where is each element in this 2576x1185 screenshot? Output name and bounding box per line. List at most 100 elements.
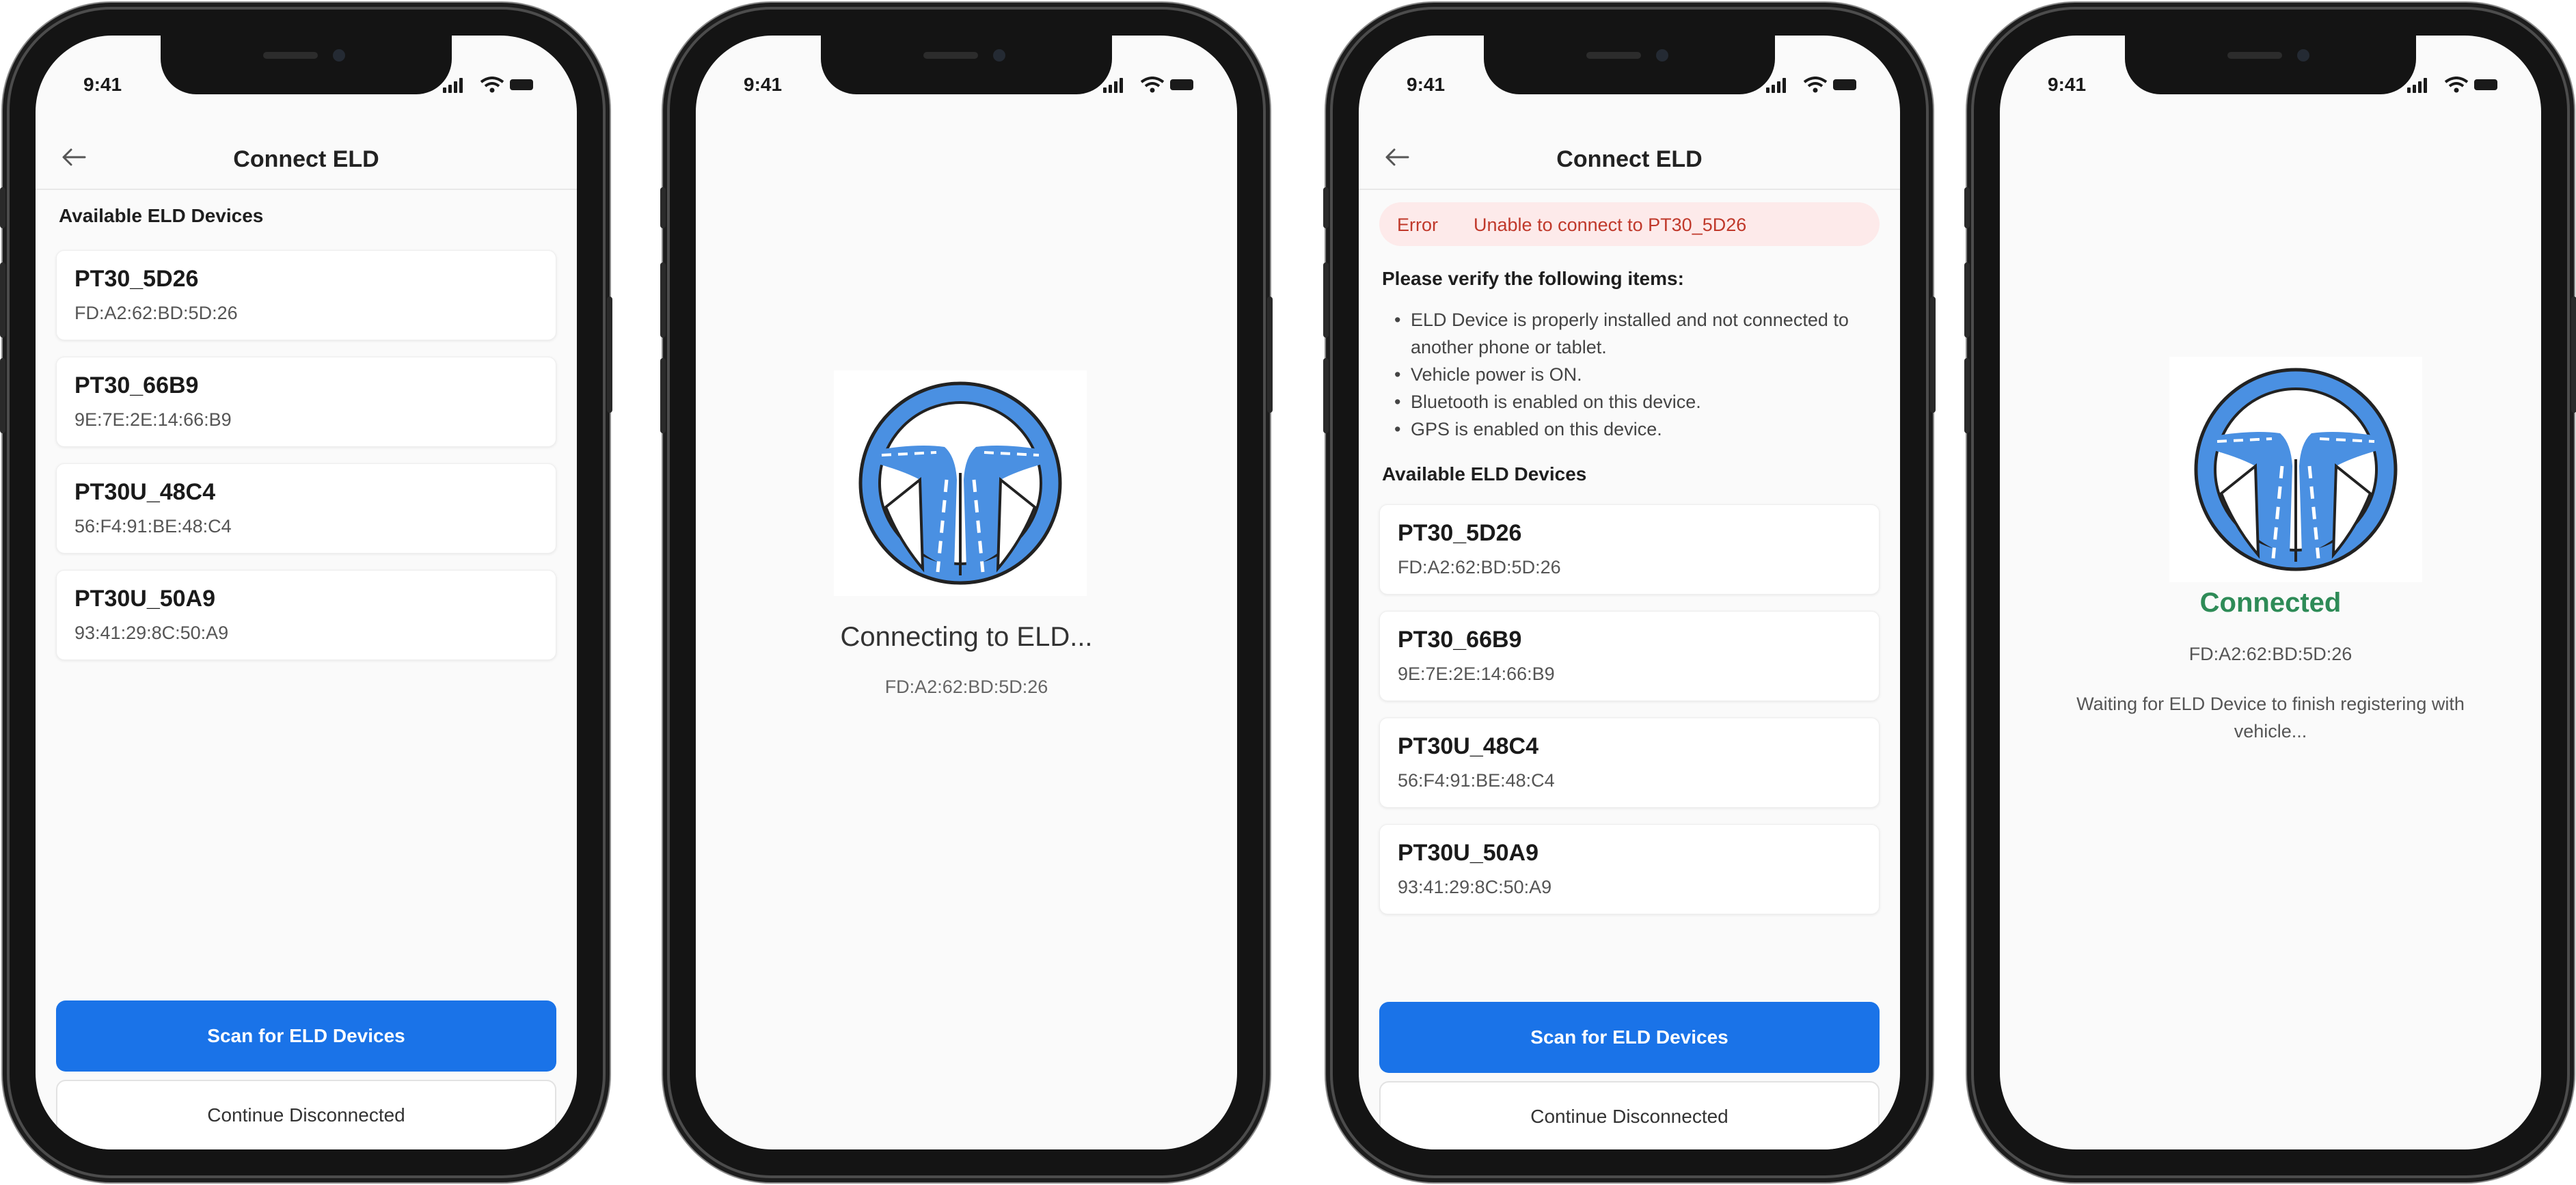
available-devices-label: Available ELD Devices <box>1382 463 1587 485</box>
signal-icon <box>1103 87 1107 93</box>
side-button <box>0 358 5 433</box>
side-button <box>660 187 666 228</box>
phone-frame-2: 9:41 Connecting to ELD... FD:A2:62:BD:5D… <box>660 10 1273 1175</box>
front-camera <box>1656 49 1668 62</box>
phone-notch <box>161 36 452 94</box>
device-mac: 9E:7E:2E:14:66:B9 <box>1398 664 1555 684</box>
status-time: 9:41 <box>744 74 783 95</box>
device-card[interactable]: PT30_5D26 FD:A2:62:BD:5D:26 <box>56 250 556 340</box>
registering-message: Waiting for ELD Device to finish registe… <box>2076 694 2465 741</box>
device-card[interactable]: PT30_5D26 FD:A2:62:BD:5D:26 <box>1379 504 1880 595</box>
app-logo <box>2169 357 2422 582</box>
side-button <box>1964 187 1970 228</box>
device-card[interactable]: PT30U_50A9 93:41:29:8C:50:A9 <box>1379 824 1880 914</box>
device-name: PT30_66B9 <box>1398 627 1522 653</box>
status-icons <box>1766 77 1862 94</box>
device-mac: 93:41:29:8C:50:A9 <box>1398 877 1552 897</box>
side-button <box>1964 358 1970 433</box>
wifi-icon <box>1140 77 1165 93</box>
battery-icon <box>1833 79 1856 90</box>
error-tag: Error <box>1397 215 1438 235</box>
signal-icon <box>1109 85 1112 93</box>
device-card[interactable]: PT30U_48C4 56:F4:91:BE:48:C4 <box>1379 718 1880 808</box>
device-name: PT30_5D26 <box>74 266 199 292</box>
status-icons <box>2407 77 2503 94</box>
side-button <box>1930 297 1936 413</box>
side-button <box>660 358 666 433</box>
speaker-grille <box>1586 52 1641 59</box>
phone-notch <box>2125 36 2416 94</box>
nav-header: Connect ELD <box>36 127 577 190</box>
road-logo-icon <box>2194 368 2398 571</box>
status-icons <box>443 77 539 94</box>
continue-disconnected-button[interactable]: Continue Disconnected <box>56 1080 556 1149</box>
signal-icon <box>1766 87 1770 93</box>
device-mac: FD:A2:62:BD:5D:26 <box>884 677 1048 697</box>
continue-disconnected-button[interactable]: Continue Disconnected <box>1379 1081 1880 1149</box>
speaker-grille <box>263 52 318 59</box>
scan-devices-button[interactable]: Scan for ELD Devices <box>1379 1002 1880 1073</box>
list-item: Bluetooth is enabled on this device. <box>1382 388 1886 416</box>
side-button <box>0 187 5 228</box>
wifi-icon <box>2444 77 2469 93</box>
signal-icon <box>454 81 457 93</box>
signal-icon <box>2407 87 2411 93</box>
front-camera <box>333 49 345 62</box>
device-mac: FD:A2:62:BD:5D:26 <box>2188 644 2353 664</box>
phone-screen: 9:41 Connected FD:A2:62:BD:5D:26 Waiting… <box>2000 36 2541 1149</box>
battery-icon <box>2474 79 2497 90</box>
available-devices-label: Available ELD Devices <box>59 205 264 226</box>
phone-notch <box>821 36 1112 94</box>
side-button <box>1267 297 1273 413</box>
speaker-grille <box>923 52 978 59</box>
signal-icon <box>2413 85 2416 93</box>
device-mac: FD:A2:62:BD:5D:26 <box>74 303 238 323</box>
side-button <box>0 262 5 338</box>
verify-heading: Please verify the following items: <box>1382 268 1684 289</box>
phone-screen: 9:41 Connecting to ELD... FD:A2:62:BD:5D… <box>696 36 1237 1149</box>
device-name: PT30_66B9 <box>74 372 199 398</box>
side-button <box>607 297 612 413</box>
wifi-icon <box>480 77 504 93</box>
device-mac: 9E:7E:2E:14:66:B9 <box>74 409 232 430</box>
device-mac: 56:F4:91:BE:48:C4 <box>1398 770 1555 791</box>
list-item: GPS is enabled on this device. <box>1382 416 1886 443</box>
side-button <box>2571 297 2576 413</box>
phone-screen: 9:41 Connect ELD Available ELD Devices P… <box>36 36 577 1149</box>
device-card[interactable]: PT30U_48C4 56:F4:91:BE:48:C4 <box>56 463 556 554</box>
list-item: Vehicle power is ON. <box>1382 361 1886 388</box>
device-card[interactable]: PT30_66B9 9E:7E:2E:14:66:B9 <box>56 357 556 447</box>
phone-frame-4: 9:41 Connected FD:A2:62:BD:5D:26 Waiting… <box>1964 10 2576 1175</box>
side-button <box>1323 262 1329 338</box>
scan-devices-button[interactable]: Scan for ELD Devices <box>56 1000 556 1072</box>
signal-icon <box>443 87 446 93</box>
signal-icon <box>2418 81 2422 93</box>
speaker-grille <box>2227 52 2282 59</box>
device-name: PT30_5D26 <box>1398 520 1522 546</box>
app-logo <box>834 370 1087 596</box>
page-title: Connect ELD <box>1556 146 1703 172</box>
nav-header: Connect ELD <box>1359 127 1900 190</box>
status-icons <box>1103 77 1199 94</box>
error-message: Unable to connect to PT30_5D26 <box>1474 215 1747 235</box>
connecting-status: Connecting to ELD... <box>840 622 1093 652</box>
phone-notch <box>1484 36 1775 94</box>
phone-screen: 9:41 Connect ELD Error Unable to connect… <box>1359 36 1900 1149</box>
device-name: PT30U_50A9 <box>74 586 216 612</box>
device-card[interactable]: PT30_66B9 9E:7E:2E:14:66:B9 <box>1379 611 1880 701</box>
status-time: 9:41 <box>1407 74 1446 95</box>
signal-icon <box>1772 85 1775 93</box>
side-button <box>660 262 666 338</box>
side-button <box>1323 187 1329 228</box>
device-name: PT30U_48C4 <box>1398 733 1539 759</box>
status-time: 9:41 <box>83 74 122 95</box>
device-mac: 93:41:29:8C:50:A9 <box>74 623 229 643</box>
phone-frame-3: 9:41 Connect ELD Error Unable to connect… <box>1323 10 1936 1175</box>
device-card[interactable]: PT30U_50A9 93:41:29:8C:50:A9 <box>56 570 556 660</box>
front-camera <box>2297 49 2309 62</box>
signal-icon <box>1114 81 1117 93</box>
front-camera <box>993 49 1005 62</box>
list-item: ELD Device is properly installed and not… <box>1382 306 1886 361</box>
signal-icon <box>459 78 463 93</box>
signal-icon <box>1782 78 1786 93</box>
